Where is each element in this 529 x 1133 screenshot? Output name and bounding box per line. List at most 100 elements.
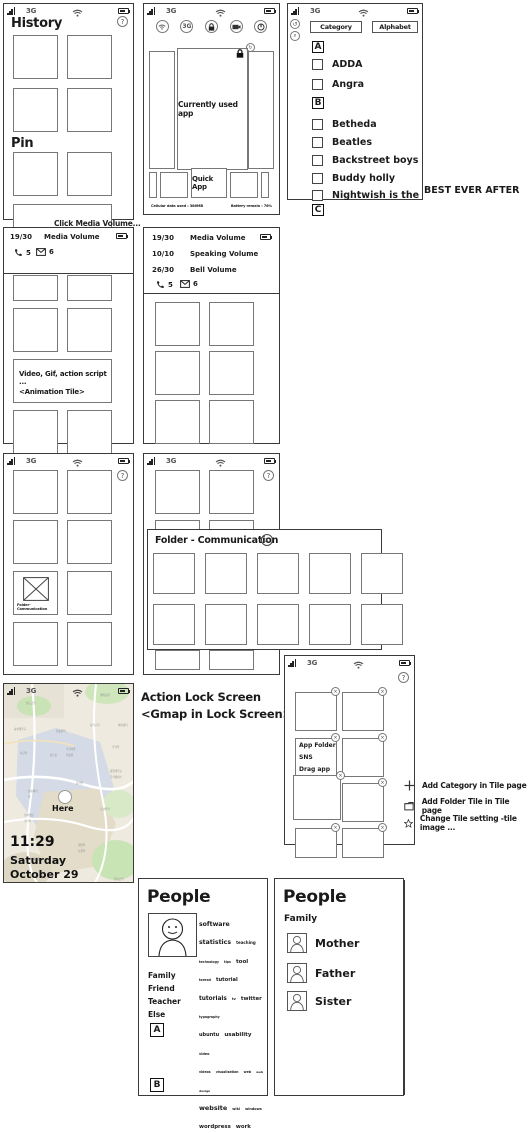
list-item[interactable]: Nightwish is the <box>312 190 419 201</box>
help-icon[interactable]: ? <box>263 470 274 481</box>
tile-history-4[interactable] <box>67 88 112 132</box>
tile-3[interactable] <box>13 520 58 564</box>
tile-1[interactable] <box>13 275 58 301</box>
help-icon[interactable]: ? <box>398 672 409 683</box>
folder-app-tile[interactable] <box>257 604 299 645</box>
letter-index-b[interactable]: B <box>150 1078 164 1092</box>
list-item[interactable]: Beatles <box>312 137 372 148</box>
tile-history-2[interactable] <box>67 35 112 79</box>
tag[interactable]: web <box>244 1070 251 1074</box>
tag[interactable]: tutorials <box>199 996 227 1002</box>
quick-app-tile[interactable]: Quick App <box>191 168 227 198</box>
tag[interactable]: usability <box>224 1032 251 1038</box>
avatar[interactable] <box>148 913 197 957</box>
refresh-icon[interactable]: ↺ <box>290 19 300 29</box>
tile-6[interactable] <box>67 410 112 454</box>
folder-app-tile[interactable] <box>257 553 299 594</box>
tile-6[interactable] <box>209 400 254 444</box>
list-item[interactable]: Angra <box>312 79 364 90</box>
dock-tile-3[interactable] <box>230 172 258 198</box>
3g-toggle[interactable]: 3G <box>180 20 194 33</box>
x-badge[interactable]: × <box>378 733 387 742</box>
tile-3[interactable] <box>13 308 58 352</box>
folder-app-tile[interactable] <box>309 553 351 594</box>
tile-1[interactable] <box>155 302 200 346</box>
list-item[interactable]: Sister <box>287 991 351 1011</box>
tag[interactable]: ubuntu <box>199 1032 219 1038</box>
camera-toggle[interactable] <box>229 20 243 33</box>
folder-app-tile[interactable] <box>205 553 247 594</box>
tile-drag-app-folder[interactable]: App Folder SNS Drag app <box>295 738 337 777</box>
tag[interactable]: tool <box>236 959 248 965</box>
list-item[interactable]: Mother <box>287 933 359 953</box>
checkbox[interactable] <box>312 119 323 130</box>
category-item[interactable]: Else <box>148 1010 165 1019</box>
tab-category[interactable]: Category <box>310 21 362 33</box>
tile-7[interactable] <box>67 622 112 666</box>
folder-app-tile[interactable] <box>205 604 247 645</box>
tag[interactable]: windows <box>245 1107 262 1111</box>
dock-tile-4[interactable] <box>261 172 269 198</box>
lock-toggle[interactable] <box>204 20 218 33</box>
tag[interactable]: teaching <box>236 940 256 946</box>
checkbox[interactable] <box>312 137 323 148</box>
tile-dragging[interactable] <box>293 775 341 820</box>
current-app-card[interactable]: Currently used app <box>177 48 248 170</box>
tile-4[interactable] <box>209 351 254 395</box>
avatar[interactable] <box>287 933 307 953</box>
tile-history-1[interactable] <box>13 35 58 79</box>
tile-pin-2[interactable] <box>67 152 112 196</box>
x-badge[interactable]: × <box>331 687 340 696</box>
tile-2[interactable] <box>67 470 112 514</box>
folder-app-tile[interactable] <box>361 604 403 645</box>
tag[interactable]: videos <box>199 1070 211 1074</box>
tile-4[interactable] <box>67 308 112 352</box>
letter-index-a[interactable]: A <box>150 1023 164 1037</box>
checkbox[interactable] <box>312 59 323 70</box>
rotate-icon[interactable]: ↻ <box>246 43 255 52</box>
help-icon[interactable]: ? <box>117 470 128 481</box>
tile-pin-1[interactable] <box>13 152 58 196</box>
wifi-toggle[interactable] <box>155 20 169 33</box>
dock-tile-2[interactable] <box>160 172 188 198</box>
dock-tile-1[interactable] <box>149 172 157 198</box>
close-icon[interactable]: x <box>261 534 273 546</box>
x-badge[interactable]: × <box>331 823 340 832</box>
tile-6[interactable] <box>13 622 58 666</box>
tile-1[interactable] <box>13 470 58 514</box>
folder-app-tile[interactable] <box>153 553 195 594</box>
strip-left[interactable] <box>149 51 175 169</box>
tag[interactable]: wiki <box>232 1107 240 1111</box>
tile-history-3[interactable] <box>13 88 58 132</box>
tile-5[interactable] <box>155 650 200 670</box>
x-badge[interactable]: × <box>378 778 387 787</box>
checkbox[interactable] <box>312 190 323 201</box>
tag[interactable]: visualization <box>216 1070 239 1074</box>
animation-tile[interactable]: Video, Gif, action script ... <Animation… <box>13 359 112 403</box>
tile-2[interactable] <box>209 470 254 514</box>
x-badge[interactable]: × <box>378 823 387 832</box>
category-item[interactable]: Friend <box>148 984 175 993</box>
tile-6[interactable] <box>342 828 384 858</box>
list-item[interactable]: Father <box>287 963 355 983</box>
avatar[interactable] <box>287 991 307 1011</box>
checkbox[interactable] <box>312 173 323 184</box>
tile-4[interactable] <box>67 520 112 564</box>
tile-2[interactable] <box>342 692 384 731</box>
category-item[interactable]: Teacher <box>148 997 181 1006</box>
list-item[interactable]: Backstreet boys <box>312 155 418 166</box>
tile-4[interactable] <box>342 783 384 822</box>
help-icon[interactable]: ? <box>117 16 128 27</box>
tag[interactable]: tutorial <box>216 977 238 983</box>
tag[interactable]: website <box>199 1104 227 1112</box>
x-badge[interactable]: × <box>336 771 345 780</box>
tag[interactable]: typography <box>199 1015 220 1019</box>
tag[interactable]: wordpress <box>199 1124 231 1130</box>
x-badge[interactable]: × <box>378 687 387 696</box>
tile-3[interactable] <box>342 738 384 777</box>
folder-app-tile[interactable] <box>361 553 403 594</box>
tile-2[interactable] <box>209 302 254 346</box>
tile-2[interactable] <box>67 275 112 301</box>
tag[interactable]: tips <box>224 960 231 964</box>
tile-1[interactable] <box>155 470 200 514</box>
